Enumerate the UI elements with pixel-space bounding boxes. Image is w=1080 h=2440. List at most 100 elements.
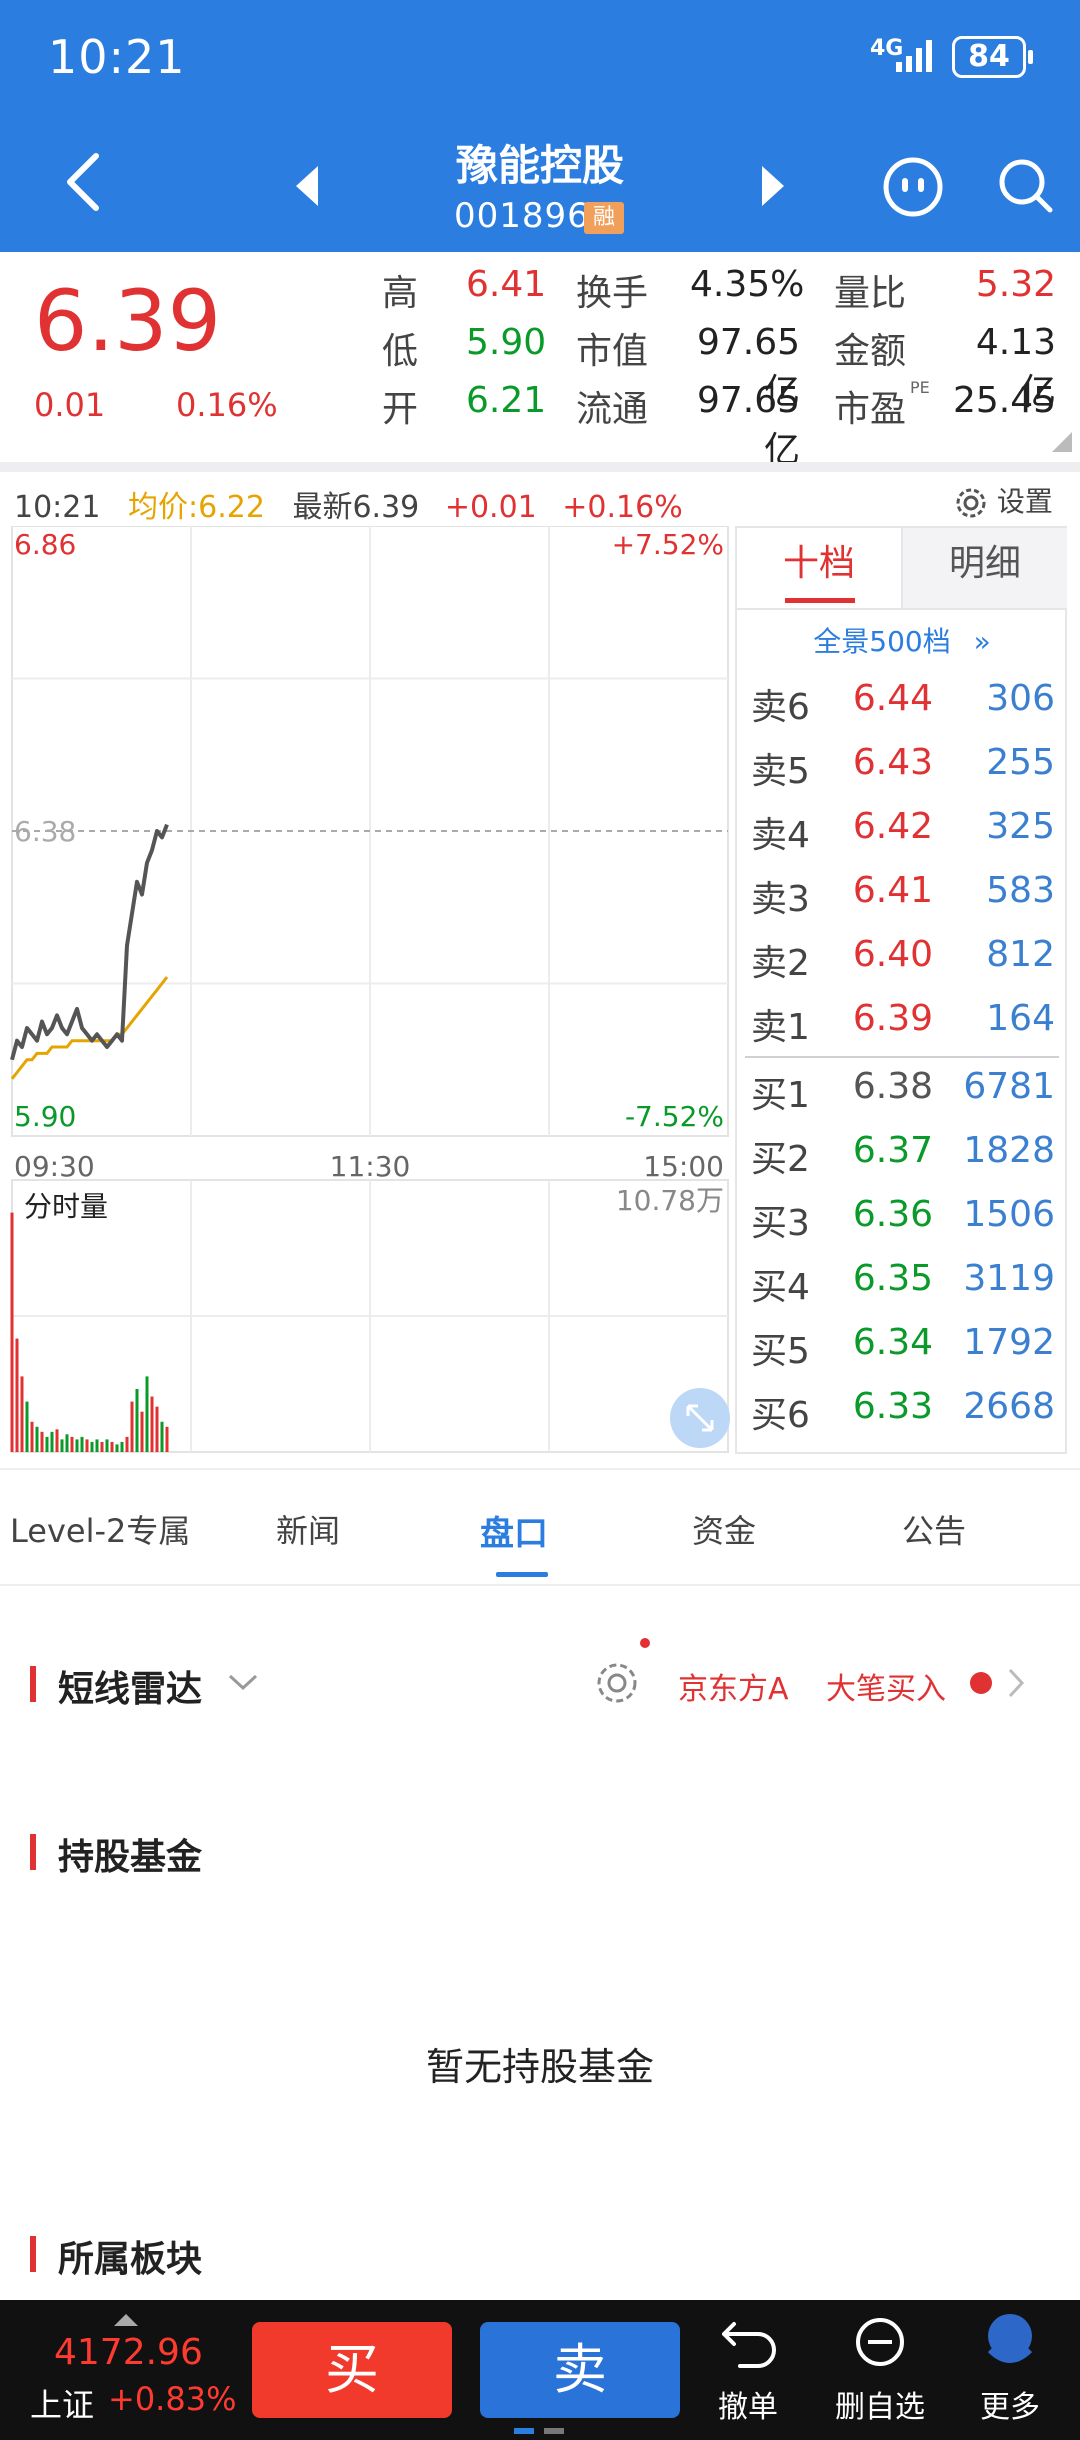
price-change: 0.01 — [34, 386, 106, 424]
quote-value: 6.41 — [466, 264, 547, 305]
more-button[interactable]: 更多 — [950, 2310, 1070, 2426]
quote-value: 6.21 — [466, 380, 547, 421]
quote-label: 低 — [382, 331, 419, 372]
volume-bar — [105, 1439, 109, 1452]
ob-level-label: 买3 — [751, 1203, 810, 1244]
volume-bar — [155, 1406, 159, 1452]
chat-robot-icon[interactable] — [882, 156, 944, 218]
ob-level-label: 卖3 — [751, 879, 810, 920]
caret-up-icon[interactable] — [112, 2312, 140, 2328]
ob-level-price: 6.43 — [852, 742, 933, 783]
quote-value: 5.32 — [975, 264, 1056, 305]
quote-label: 流通 — [576, 389, 649, 430]
volume-bar — [10, 1212, 14, 1452]
ob-level-volume: 583 — [986, 870, 1055, 911]
radar-settings-icon[interactable] — [594, 1660, 640, 1706]
x-tick-label: 09:30 — [14, 1150, 95, 1183]
notification-dot — [640, 1638, 650, 1648]
volume-bar — [35, 1426, 39, 1452]
chevron-down-icon[interactable] — [226, 1670, 260, 1694]
radar-signal[interactable]: 大笔买入 — [826, 1664, 946, 1708]
intraday-chart[interactable]: 6.86 +7.52% 6.38 5.90 -7.52% 09:30 11:30 15:00 分… — [0, 526, 735, 1472]
radar-title[interactable]: 短线雷达 — [58, 1660, 202, 1712]
chart-info-line: 10:21 均价:6.22 最新6.39 +0.01 +0.16% — [14, 482, 683, 526]
ob-level-volume: 1792 — [963, 1322, 1055, 1363]
latest-change: +0.01 — [444, 490, 537, 525]
ob-level-label: 卖2 — [751, 943, 810, 984]
ob-level-label: 买6 — [751, 1395, 810, 1436]
status-time: 10:21 — [48, 30, 186, 84]
quote-label: 高 — [382, 273, 419, 314]
volume-bar — [160, 1421, 164, 1452]
volume-bar — [30, 1421, 34, 1452]
buy-button[interactable]: 买 — [252, 2322, 452, 2418]
volume-bar — [80, 1436, 84, 1452]
remove-watchlist-button[interactable]: 删自选 — [820, 2310, 940, 2426]
ob-level-price: 6.33 — [852, 1386, 933, 1427]
index-name[interactable]: 上证 — [30, 2380, 94, 2426]
gear-icon — [956, 488, 986, 518]
divider — [0, 1468, 1080, 1470]
ob-level-volume: 2668 — [963, 1386, 1055, 1427]
search-icon[interactable] — [996, 156, 1056, 216]
volume-bar — [75, 1439, 79, 1452]
tab-announcements[interactable]: 公告 — [902, 1506, 966, 1552]
undo-icon — [722, 2322, 776, 2368]
chart-settings-button[interactable]: 设置 — [954, 480, 1053, 520]
y-mid-label: 6.38 — [14, 815, 76, 848]
network-indicator: 4G — [870, 38, 932, 72]
x-tick-label: 15:00 — [643, 1150, 724, 1183]
volume-bar — [95, 1439, 99, 1452]
ob-level-volume: 164 — [986, 998, 1055, 1039]
tab-details[interactable]: 明细 — [901, 528, 1067, 608]
full-500-link[interactable]: 全景500档 » — [737, 620, 1067, 660]
funds-title: 持股基金 — [58, 1837, 203, 1878]
signal-icon — [896, 40, 932, 72]
volume-bar — [135, 1389, 139, 1452]
ob-level-volume: 3119 — [963, 1258, 1055, 1299]
quote-label: 市盈 — [834, 389, 907, 430]
quote-value: 4.35% — [690, 264, 805, 305]
tab-orderbook[interactable]: 盘口 — [480, 1506, 548, 1555]
full-500-label: 全景500档 — [813, 625, 951, 658]
expand-corner-icon[interactable] — [1052, 432, 1072, 452]
ob-level-volume: 325 — [986, 806, 1055, 847]
radar-stock[interactable]: 京东方A — [678, 1664, 789, 1708]
ob-level-label: 买1 — [751, 1075, 810, 1116]
pct-top-label: +7.52% — [612, 528, 724, 561]
minus-circle-icon — [856, 2318, 904, 2366]
divider — [737, 608, 1067, 610]
ob-level-price: 6.38 — [852, 1066, 933, 1107]
chevron-right-icon[interactable] — [1006, 1666, 1028, 1700]
tab-ten-levels[interactable]: 十档 — [737, 528, 901, 608]
x-tick-label: 11:30 — [330, 1150, 411, 1183]
undo-order-button[interactable]: 撤单 — [688, 2310, 808, 2426]
tab-news[interactable]: 新闻 — [276, 1506, 340, 1552]
ob-level-label: 卖5 — [751, 751, 810, 792]
remove-watchlist-label: 删自选 — [835, 2390, 925, 2425]
volume-bar — [50, 1431, 54, 1452]
ob-level-price: 6.34 — [852, 1322, 933, 1363]
volume-bar — [85, 1439, 89, 1452]
ob-level-price: 6.44 — [852, 678, 933, 719]
volume-bar — [100, 1441, 104, 1452]
volume-bar — [70, 1436, 74, 1452]
margin-badge: 融 — [584, 202, 624, 234]
sell-button[interactable]: 卖 — [480, 2322, 680, 2418]
ob-level-price: 6.39 — [852, 998, 933, 1039]
settings-label: 设置 — [996, 485, 1053, 518]
index-change[interactable]: +0.83% — [108, 2380, 236, 2418]
ob-level-price: 6.35 — [852, 1258, 933, 1299]
divider — [745, 1056, 1059, 1058]
index-value[interactable]: 4172.96 — [54, 2332, 203, 2373]
tab-funds-flow[interactable]: 资金 — [692, 1506, 756, 1552]
bottom-bar: 4172.96 上证 +0.83% 买 卖 撤单 删自选 更多 — [0, 2300, 1080, 2440]
quote-label: 金额 — [834, 331, 907, 372]
volume-bar — [150, 1396, 154, 1452]
latest-change-pct: +0.16% — [562, 490, 683, 525]
double-chevron-icon: » — [973, 625, 991, 658]
next-stock-icon[interactable] — [758, 164, 788, 208]
ob-level-label: 买5 — [751, 1331, 810, 1372]
undo-label: 撤单 — [718, 2390, 778, 2425]
tab-level2[interactable]: Level-2专属 — [10, 1506, 190, 1552]
